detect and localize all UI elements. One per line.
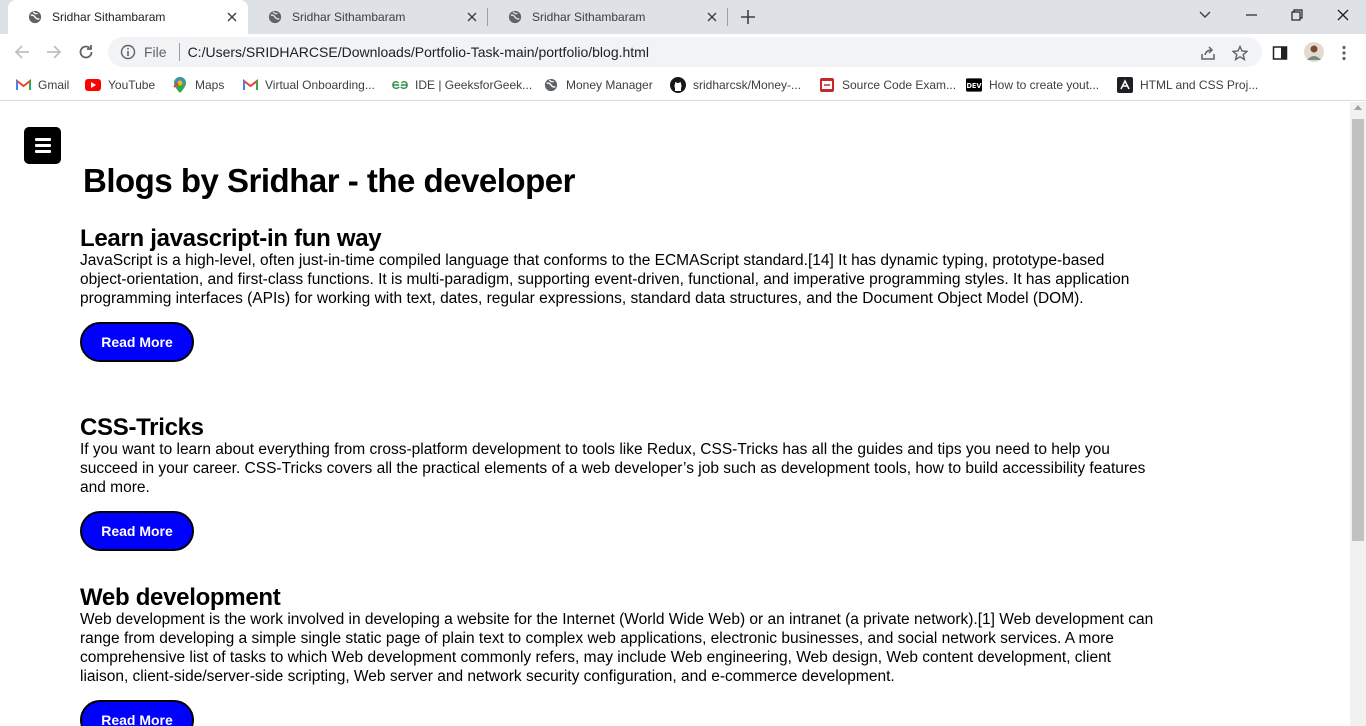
globe-icon <box>268 10 282 24</box>
bookmark-label: Money Manager <box>566 78 653 92</box>
gmail-icon <box>242 77 258 93</box>
restore-icon[interactable] <box>1277 4 1317 26</box>
kebab-menu-icon[interactable] <box>1335 44 1353 62</box>
forward-arrow-icon[interactable] <box>42 40 66 64</box>
page-title: Blogs by Sridhar - the developer <box>83 162 575 199</box>
blog-post: Web development Web development is the w… <box>80 584 1155 726</box>
page-viewport: Blogs by Sridhar - the developer Learn j… <box>0 102 1350 726</box>
side-panel-icon[interactable] <box>1271 44 1289 62</box>
close-icon[interactable] <box>224 9 240 25</box>
maps-icon <box>172 77 188 93</box>
gmail-icon <box>15 77 31 93</box>
vertical-scrollbar[interactable] <box>1350 102 1366 726</box>
tab-strip: Sridhar Sithambaram Sridhar Sithambaram … <box>0 0 1366 34</box>
dev-icon: DEV <box>966 77 982 93</box>
chevron-down-icon[interactable] <box>1185 4 1225 26</box>
bookmark-label: Maps <box>195 78 225 92</box>
address-bar[interactable]: File C:/Users/SRIDHARCSE/Downloads/Portf… <box>108 37 1262 67</box>
tab-separator <box>727 8 728 26</box>
blog-body: Web development is the work involved in … <box>80 611 1154 685</box>
bookmark-label: Gmail <box>38 78 70 92</box>
browser-tab[interactable]: Sridhar Sithambaram <box>248 0 488 34</box>
minimize-icon[interactable] <box>1231 4 1271 26</box>
share-icon[interactable] <box>1199 44 1217 62</box>
tab-title: Sridhar Sithambaram <box>292 10 406 24</box>
close-icon[interactable] <box>1323 4 1363 26</box>
omnibox-divider <box>178 43 180 61</box>
bookmark-label: Source Code Exam... <box>842 78 957 92</box>
blog-body: JavaScript is a high-level, often just-i… <box>80 252 1130 307</box>
globe-icon <box>508 10 522 24</box>
youtube-icon <box>85 77 101 93</box>
browser-tab[interactable]: Sridhar Sithambaram <box>488 0 728 34</box>
close-icon[interactable] <box>704 9 720 25</box>
bookmark-star-icon[interactable] <box>1231 44 1249 62</box>
bookmark-label: sridharcsk/Money-... <box>693 78 802 92</box>
tab-title: Sridhar Sithambaram <box>532 10 646 24</box>
svg-text:DEV: DEV <box>966 82 982 90</box>
bookmark-gmail[interactable]: Gmail <box>15 76 69 94</box>
browser-toolbar: File C:/Users/SRIDHARCSE/Downloads/Portf… <box>0 34 1366 70</box>
bookmark-money-manager[interactable]: Money Manager <box>543 76 653 94</box>
bookmark-label: How to create yout... <box>989 78 1100 92</box>
blog-post: Learn javascript-in fun way JavaScript i… <box>80 225 1155 362</box>
bookmark-label: Virtual Onboarding... <box>265 78 375 92</box>
blog-post: CSS-Tricks If you want to learn about ev… <box>80 414 1155 551</box>
plus-icon[interactable] <box>737 6 759 28</box>
reload-icon[interactable] <box>74 40 98 64</box>
bookmark-maps[interactable]: Maps <box>172 76 224 94</box>
blog-heading: Web development <box>80 584 281 611</box>
back-arrow-icon[interactable] <box>10 40 34 64</box>
read-more-button[interactable]: Read More <box>80 700 194 726</box>
read-more-button[interactable]: Read More <box>80 322 194 362</box>
bookmark-github[interactable]: sridharcsk/Money-... <box>670 76 801 94</box>
browser-tab[interactable]: Sridhar Sithambaram <box>8 0 248 34</box>
scroll-up-arrow-icon[interactable] <box>1354 105 1362 110</box>
bookmark-label: YouTube <box>108 78 156 92</box>
tab-title: Sridhar Sithambaram <box>52 10 166 24</box>
bookmark-html-css-projects[interactable]: HTML and CSS Proj... <box>1117 76 1258 94</box>
close-icon[interactable] <box>464 9 480 25</box>
profile-avatar-icon[interactable] <box>1303 41 1325 63</box>
bookmark-geeksforgeeks[interactable]: IDE | GeeksforGeek... <box>392 76 532 94</box>
bookmark-label: IDE | GeeksforGeek... <box>415 78 533 92</box>
bookmark-youtube[interactable]: YouTube <box>85 76 155 94</box>
read-more-button[interactable]: Read More <box>80 511 194 551</box>
globe-icon <box>28 10 42 24</box>
scrollbar-thumb[interactable] <box>1352 119 1364 541</box>
source-code-icon <box>819 77 835 93</box>
hamburger-menu-icon[interactable] <box>24 127 61 164</box>
blog-heading: CSS-Tricks <box>80 414 204 441</box>
info-icon[interactable] <box>120 44 136 60</box>
bookmarks-bar: Gmail YouTube Maps Virtual Onboarding...… <box>0 70 1366 101</box>
bookmark-virtual-onboarding[interactable]: Virtual Onboarding... <box>242 76 375 94</box>
blog-heading: Learn javascript-in fun way <box>80 225 382 252</box>
bookmark-source-code[interactable]: Source Code Exam... <box>819 76 956 94</box>
url-text[interactable]: C:/Users/SRIDHARCSE/Downloads/Portfolio-… <box>188 44 649 60</box>
codepen-icon <box>1117 77 1133 93</box>
bookmark-label: HTML and CSS Proj... <box>1140 78 1259 92</box>
bookmark-dev[interactable]: DEV How to create yout... <box>966 76 1099 94</box>
github-icon <box>670 77 686 93</box>
url-scheme: File <box>144 44 167 60</box>
globe-icon <box>543 77 559 93</box>
blog-body: If you want to learn about everything fr… <box>80 441 1146 496</box>
geeksforgeeks-icon <box>392 77 408 93</box>
